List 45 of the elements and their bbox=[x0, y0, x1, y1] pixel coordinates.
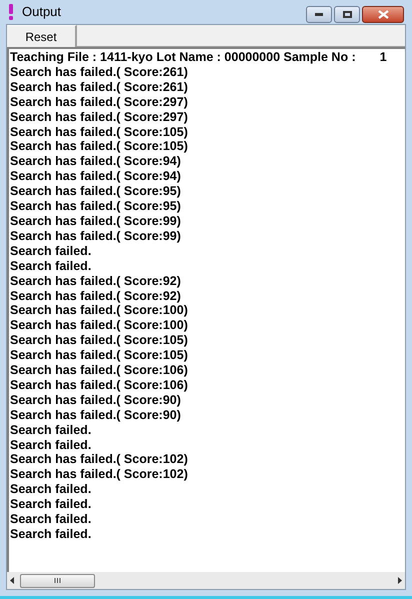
log-line: Search has failed.( Score:297) bbox=[10, 110, 188, 125]
log-line: Search has failed.( Score:100) bbox=[10, 318, 188, 334]
log-line: Search has failed.( Score:105) bbox=[10, 124, 188, 140]
log-line: Search failed. bbox=[10, 422, 92, 438]
log-line: Search failed. bbox=[10, 438, 92, 452]
window-title: Output bbox=[22, 3, 62, 22]
log-line: Search failed. bbox=[10, 244, 92, 259]
log-line: Search has failed.( Score:99) bbox=[10, 228, 181, 244]
log-line: Search has failed.( Score:102) bbox=[10, 452, 188, 468]
log-line: Search has failed.( Score:94) bbox=[10, 154, 181, 170]
log-line: Search has failed.( Score:92) bbox=[10, 288, 181, 304]
log-line: Search has failed.( Score:99) bbox=[10, 214, 181, 229]
log-line: Search failed. bbox=[10, 512, 92, 527]
log-line: Search has failed.( Score:100) bbox=[10, 303, 188, 318]
exclamation-icon bbox=[8, 4, 14, 20]
horizontal-scrollbar[interactable] bbox=[7, 572, 405, 589]
header-text: Teaching File : 1411-kyo Lot Name : 00000000 Sample No : bbox=[10, 50, 356, 65]
close-button[interactable] bbox=[362, 6, 404, 22]
log-line: Search has failed.( Score:261) bbox=[10, 64, 188, 80]
sample-number: 1 bbox=[380, 50, 387, 65]
log-line: Search has failed.( Score:95) bbox=[10, 199, 181, 214]
scroll-left-icon[interactable] bbox=[10, 577, 14, 584]
close-icon bbox=[378, 10, 388, 18]
log-line: Search failed. bbox=[10, 497, 92, 512]
log-line: Search has failed.( Score:95) bbox=[10, 184, 181, 200]
log-line: Search has failed.( Score:90) bbox=[10, 408, 181, 423]
log-line: Search has failed.( Score:94) bbox=[10, 169, 181, 184]
log-line: Search failed. bbox=[10, 527, 92, 542]
log-line: Search has failed.( Score:261) bbox=[10, 80, 188, 95]
minimize-button[interactable] bbox=[306, 6, 332, 22]
log-line: Search has failed.( Score:105) bbox=[10, 139, 188, 154]
log-line: Search has failed.( Score:105) bbox=[10, 348, 188, 364]
log-line: Search has failed.( Score:105) bbox=[10, 333, 188, 348]
log-line: Search has failed.( Score:90) bbox=[10, 392, 181, 408]
log-line: Search failed. bbox=[10, 482, 92, 498]
log-line: Search failed. bbox=[10, 258, 92, 274]
log-line: Search has failed.( Score:106) bbox=[10, 363, 188, 378]
scroll-right-icon[interactable] bbox=[398, 577, 402, 584]
reset-button[interactable]: Reset bbox=[7, 25, 77, 47]
log-line: Search has failed.( Score:106) bbox=[10, 378, 188, 393]
log-line: Search has failed.( Score:102) bbox=[10, 467, 188, 482]
scrollbar-thumb[interactable] bbox=[20, 574, 95, 588]
maximize-button[interactable] bbox=[334, 6, 360, 22]
log-line: Search has failed.( Score:92) bbox=[10, 274, 181, 288]
log-line: Search has failed.( Score:297) bbox=[10, 94, 188, 110]
